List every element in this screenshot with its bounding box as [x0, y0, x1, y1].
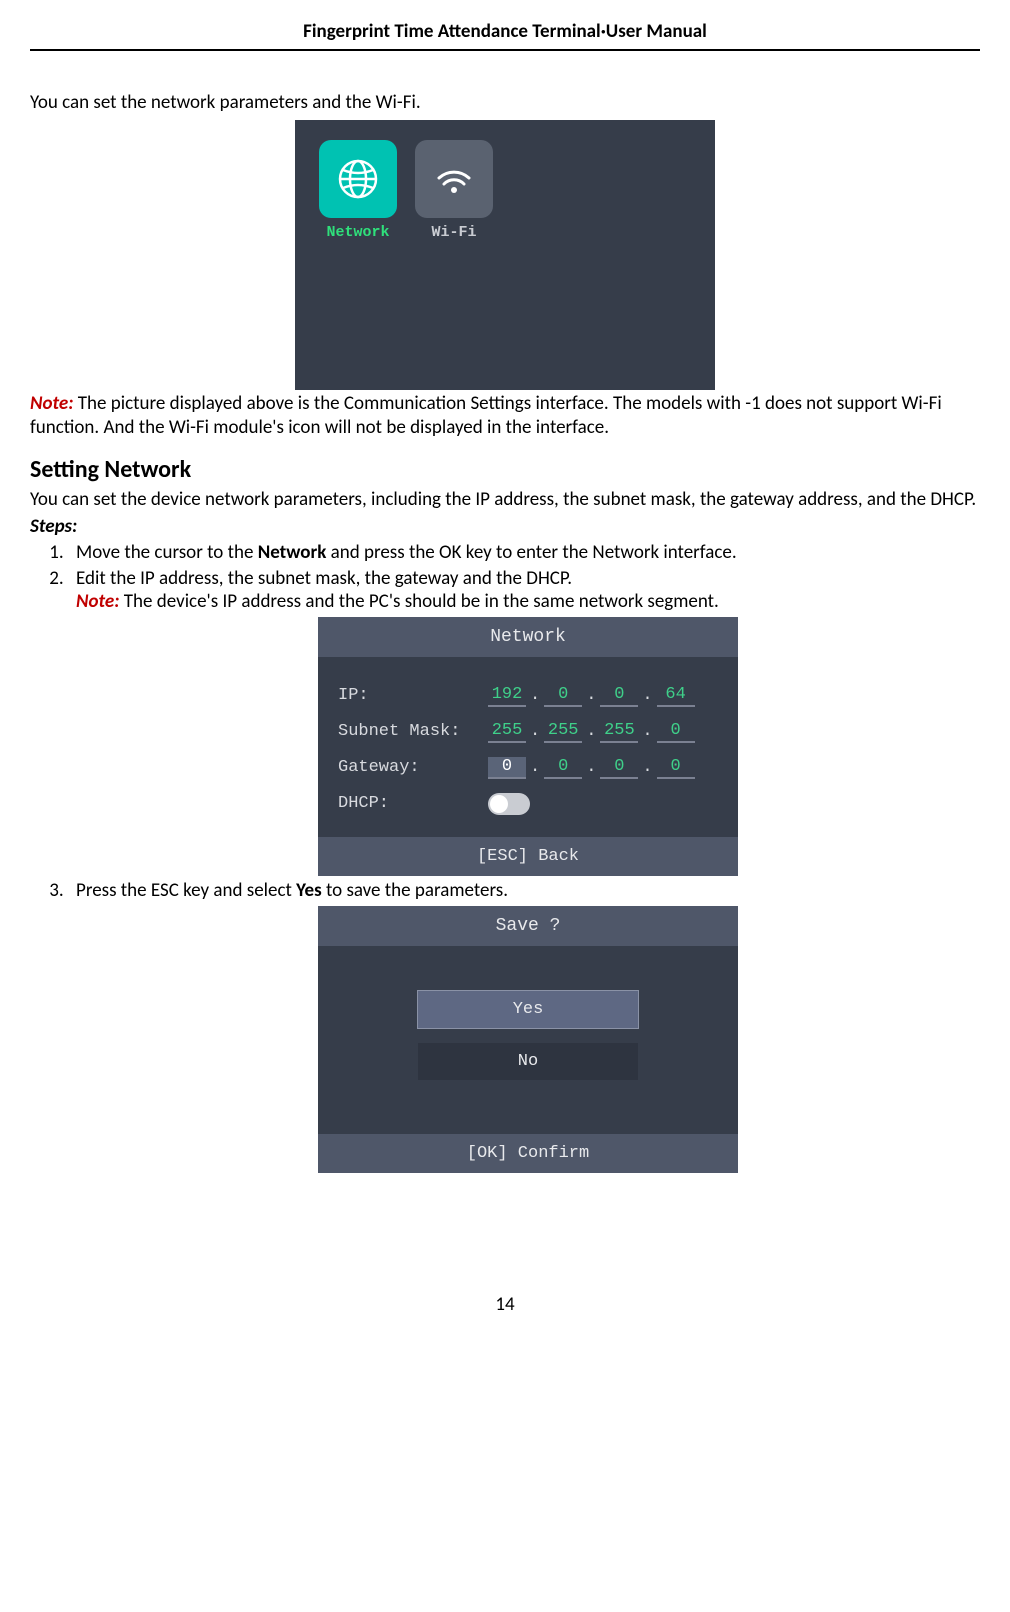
tile-network[interactable]: Network [319, 140, 397, 241]
screenshot-comm-settings: Network Wi-Fi [295, 120, 715, 390]
screenshot-network-settings: Network IP: 192.0.0.64 Subnet Mask: 255.… [318, 617, 738, 876]
mask-field[interactable]: 255.255.255.0 [488, 721, 695, 743]
shot3-footer: [OK] Confirm [318, 1134, 738, 1173]
tile-wifi-label: Wi-Fi [415, 224, 493, 241]
gw-label: Gateway: [338, 758, 488, 777]
gw-field[interactable]: 0.0.0.0 [488, 757, 695, 779]
dhcp-label: DHCP: [338, 794, 488, 813]
screenshot-save-dialog: Save ? Yes No [OK] Confirm [318, 906, 738, 1173]
shot2-title: Network [318, 617, 738, 657]
section-intro: You can set the device network parameter… [30, 488, 980, 513]
step-1: Move the cursor to the Network and press… [68, 541, 980, 564]
page-number: 14 [30, 1293, 980, 1316]
wifi-icon [415, 140, 493, 218]
note-text: The picture displayed above is the Commu… [30, 392, 942, 440]
section-heading: Setting Network [30, 455, 980, 484]
doc-header: Fingerprint Time Attendance Terminal·Use… [30, 20, 980, 51]
toggle-knob [490, 795, 508, 813]
globe-icon [319, 140, 397, 218]
tile-wifi[interactable]: Wi-Fi [415, 140, 493, 241]
step-2: Edit the IP address, the subnet mask, th… [68, 567, 980, 876]
shot3-title: Save ? [318, 906, 738, 946]
intro-text: You can set the network parameters and t… [30, 91, 980, 116]
no-button[interactable]: No [418, 1043, 638, 1080]
note-1: Note: The picture displayed above is the… [30, 392, 980, 441]
note-label: Note: [76, 590, 119, 613]
note-label: Note: [30, 392, 73, 415]
ip-field[interactable]: 192.0.0.64 [488, 685, 695, 707]
steps-label: Steps: [30, 515, 980, 538]
tile-network-label: Network [319, 224, 397, 241]
step-3: Press the ESC key and select Yes to save… [68, 879, 980, 1173]
ip-label: IP: [338, 686, 488, 705]
steps-list: Move the cursor to the Network and press… [30, 541, 980, 1173]
mask-label: Subnet Mask: [338, 722, 488, 741]
dhcp-toggle[interactable] [488, 793, 530, 815]
shot2-footer: [ESC] Back [318, 837, 738, 876]
yes-button[interactable]: Yes [417, 990, 639, 1029]
